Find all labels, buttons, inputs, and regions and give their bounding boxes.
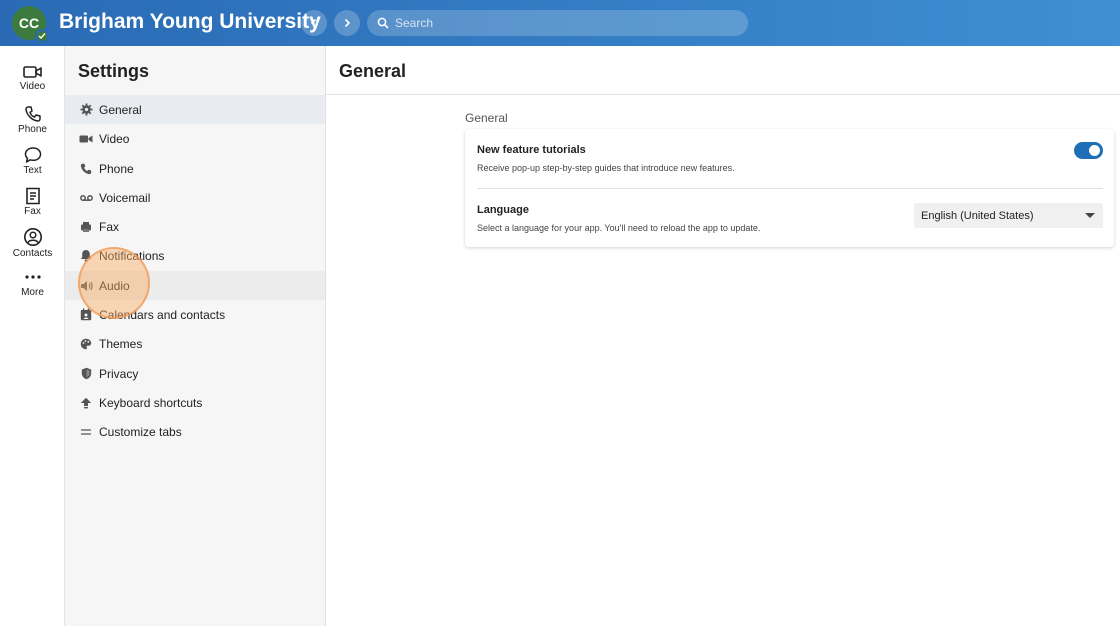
lines-icon <box>79 425 93 439</box>
rail-item-label: Phone <box>18 124 47 135</box>
language-description: Select a language for your app. You'll n… <box>477 223 761 233</box>
settings-item-label: Keyboard shortcuts <box>99 395 203 410</box>
person-icon <box>23 228 42 246</box>
tutorials-toggle[interactable] <box>1074 142 1103 159</box>
app-header: CC Brigham Young University <box>0 0 1120 46</box>
settings-item-label: Fax <box>99 219 120 234</box>
keyboard-arrow-icon <box>79 396 93 410</box>
rail-item-contacts[interactable]: Contacts <box>0 227 65 267</box>
rail-item-label: Video <box>19 81 46 92</box>
settings-sidebar: Settings General Video Phone Voicemail F… <box>65 46 326 626</box>
settings-item-audio[interactable]: Audio <box>65 271 325 300</box>
tutorials-title: New feature tutorials <box>477 144 586 156</box>
search-bar[interactable] <box>367 10 748 36</box>
main-header: General <box>326 46 1120 95</box>
settings-item-label: Customize tabs <box>99 424 182 439</box>
settings-item-label: Video <box>99 131 130 146</box>
settings-item-video[interactable]: Video <box>65 124 325 153</box>
video-icon <box>79 132 93 146</box>
phone-icon <box>24 106 41 122</box>
language-title: Language <box>477 204 529 216</box>
settings-item-fax[interactable]: Fax <box>65 212 325 241</box>
status-check-icon <box>35 29 49 43</box>
settings-item-calendars[interactable]: Calendars and contacts <box>65 300 325 329</box>
language-select-value: English (United States) <box>921 209 1034 222</box>
page-title: General <box>339 61 407 81</box>
fax-icon <box>79 220 93 234</box>
rail-item-label: Fax <box>24 206 41 217</box>
rail-item-more[interactable]: More <box>0 268 65 308</box>
divider <box>477 188 1103 189</box>
settings-title: Settings <box>78 61 150 81</box>
search-icon <box>377 17 389 29</box>
settings-item-customize-tabs[interactable]: Customize tabs <box>65 417 325 446</box>
settings-item-themes[interactable]: Themes <box>65 329 325 358</box>
tutorials-description: Receive pop-up step-by-step guides that … <box>477 163 735 173</box>
rail-item-label: Contacts <box>12 248 53 259</box>
rail-item-label: Text <box>23 165 42 176</box>
more-dots-icon <box>24 275 41 279</box>
settings-item-label: Themes <box>99 336 143 351</box>
fax-icon <box>25 187 40 205</box>
settings-item-privacy[interactable]: Privacy <box>65 359 325 388</box>
chevron-left-icon <box>310 18 317 28</box>
back-button[interactable] <box>301 10 327 36</box>
settings-item-phone[interactable]: Phone <box>65 154 325 183</box>
rail-item-fax[interactable]: Fax <box>0 187 65 227</box>
section-label: General <box>465 111 508 125</box>
general-settings-card: New feature tutorials Receive pop-up ste… <box>465 129 1114 247</box>
shield-icon <box>79 367 93 381</box>
main-panel: General General New feature tutorials Re… <box>326 46 1120 626</box>
settings-item-label: Phone <box>99 161 134 176</box>
rail-item-video[interactable]: Video <box>0 64 65 104</box>
settings-item-label: Audio <box>99 278 130 293</box>
video-icon <box>22 66 42 78</box>
gear-icon <box>79 103 93 117</box>
settings-item-label: Calendars and contacts <box>99 307 226 322</box>
settings-item-general[interactable]: General <box>65 95 325 124</box>
bell-icon <box>79 249 93 263</box>
speaker-icon <box>79 279 93 293</box>
settings-item-notifications[interactable]: Notifications <box>65 241 325 270</box>
settings-item-voicemail[interactable]: Voicemail <box>65 183 325 212</box>
settings-item-label: Voicemail <box>99 190 151 205</box>
settings-item-label: General <box>99 102 142 117</box>
settings-item-keyboard-shortcuts[interactable]: Keyboard shortcuts <box>65 388 325 417</box>
settings-item-label: Notifications <box>99 248 165 263</box>
rail-item-phone[interactable]: Phone <box>0 105 65 145</box>
avatar-initials: CC <box>18 15 40 31</box>
calendar-icon <box>79 308 93 322</box>
org-title: Brigham Young University <box>59 10 321 33</box>
avatar[interactable]: CC <box>12 6 49 43</box>
left-rail: Video Phone Text Fax Contacts More <box>0 46 65 626</box>
forward-button[interactable] <box>334 10 360 36</box>
search-input[interactable] <box>395 16 725 30</box>
voicemail-icon <box>79 191 93 205</box>
toggle-knob <box>1089 145 1100 156</box>
chevron-down-icon <box>1085 213 1095 218</box>
language-select[interactable]: English (United States) <box>914 203 1103 228</box>
phone-icon <box>79 162 93 176</box>
rail-item-label: More <box>21 287 44 298</box>
settings-item-label: Privacy <box>99 366 139 381</box>
palette-icon <box>79 337 93 351</box>
chevron-right-icon <box>344 18 351 28</box>
rail-item-text[interactable]: Text <box>0 146 65 186</box>
chat-bubble-icon <box>24 147 41 163</box>
